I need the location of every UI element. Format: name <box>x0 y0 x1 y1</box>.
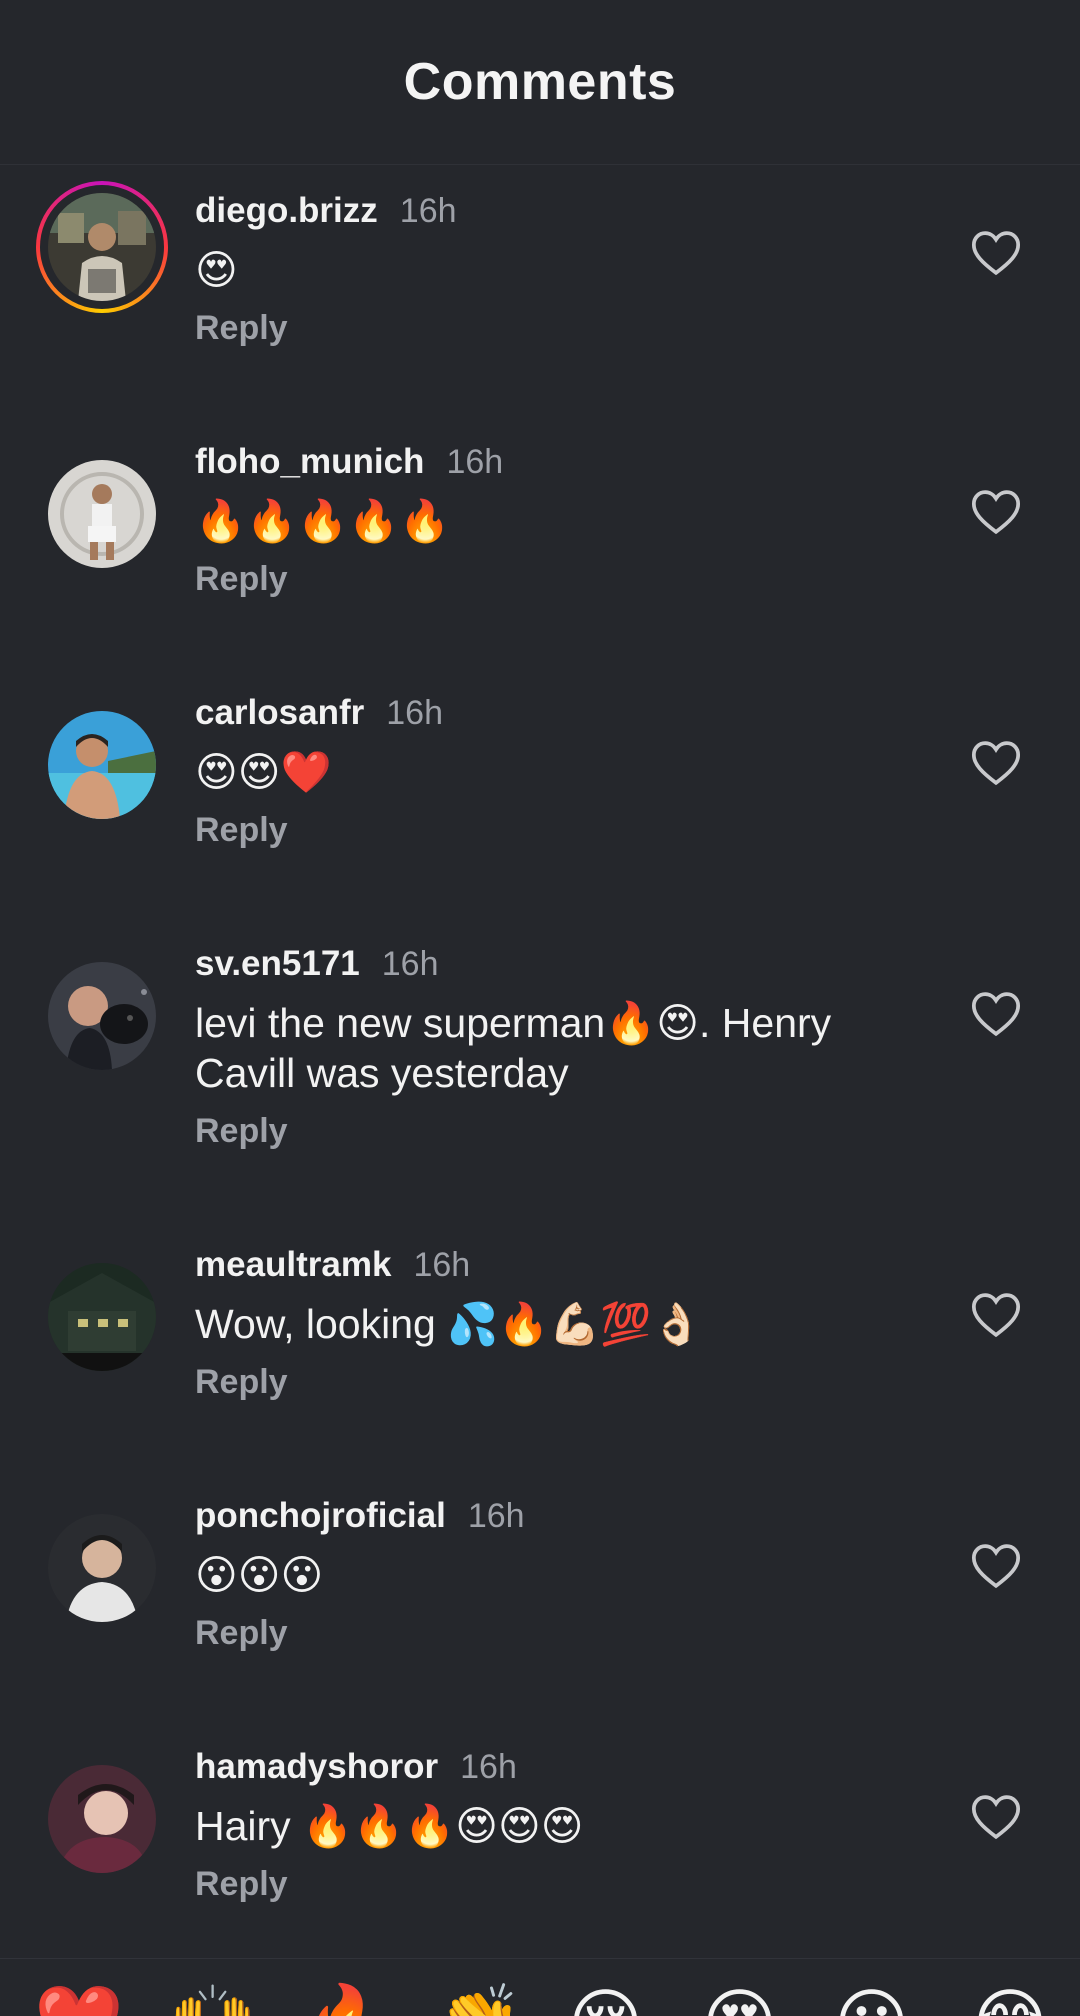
heart-icon[interactable] <box>968 986 1024 1042</box>
comment-text: Hairy 🔥🔥🔥😍😍😍 <box>195 1803 584 1849</box>
quick-reaction-bar: ❤️ 🙌 🔥 👏 😢 😍 😮 😂 <box>0 1958 1080 2016</box>
avatar-image <box>48 1765 156 1873</box>
avatar-image <box>48 1263 156 1371</box>
reply-button[interactable]: Reply <box>195 1112 288 1151</box>
comment-username[interactable]: hamadyshoror <box>195 1747 438 1787</box>
reply-button[interactable]: Reply <box>195 1614 288 1653</box>
heart-icon[interactable] <box>968 484 1024 540</box>
comment-time: 16h <box>413 1245 471 1284</box>
reaction-heart-eyes[interactable]: 😍 <box>702 1987 777 2016</box>
avatar[interactable] <box>36 1753 168 1885</box>
avatar <box>48 193 156 301</box>
comment-time: 16h <box>446 442 504 481</box>
reaction-fire[interactable]: 🔥 <box>302 1987 392 2016</box>
reply-button[interactable]: Reply <box>195 309 288 348</box>
comments-header: Comments <box>0 0 1080 165</box>
heart-icon[interactable] <box>968 1287 1024 1343</box>
comment-body: carlosanfr 16h 😍😍❤️ Reply <box>195 683 885 850</box>
avatar[interactable] <box>36 1251 168 1383</box>
avatar-story-ring[interactable] <box>36 181 168 313</box>
heart-icon[interactable] <box>968 1538 1024 1594</box>
comments-screen: Comments diego.brizz 16h 😍 Reply floho_m… <box>0 0 1080 2016</box>
comment-username[interactable]: ponchojroficial <box>195 1496 446 1536</box>
comment-time: 16h <box>467 1496 525 1535</box>
comment-body: hamadyshoror 16h Hairy 🔥🔥🔥😍😍😍 Reply <box>195 1737 885 1904</box>
avatar[interactable] <box>36 699 168 831</box>
heart-icon[interactable] <box>968 735 1024 791</box>
comment-body: ponchojroficial 16h 😮😮😮 Reply <box>195 1486 885 1653</box>
reaction-raised-hands[interactable]: 🙌 <box>168 1987 258 2016</box>
comment-text: levi the new superman🔥😍. Henry Cavill wa… <box>195 1000 832 1096</box>
page-title: Comments <box>403 53 677 111</box>
comment-username[interactable]: sv.en5171 <box>195 944 360 984</box>
avatar-image <box>48 711 156 819</box>
avatar-image <box>48 460 156 568</box>
comment-text: 🔥🔥🔥🔥🔥 <box>195 498 451 544</box>
reaction-laughing[interactable]: 😂 <box>968 1987 1052 2016</box>
avatar[interactable] <box>36 950 168 1082</box>
comment-username[interactable]: meaultramk <box>195 1245 391 1285</box>
comment-time: 16h <box>386 693 443 732</box>
comment-time: 16h <box>460 1747 517 1786</box>
comment-username[interactable]: floho_munich <box>195 442 424 482</box>
reply-button[interactable]: Reply <box>195 1865 288 1904</box>
reaction-clap[interactable]: 👏 <box>434 1987 524 2016</box>
comment-username[interactable]: carlosanfr <box>195 693 364 733</box>
reaction-crying[interactable]: 😢 <box>568 1987 643 2016</box>
avatar[interactable] <box>36 448 168 580</box>
comment-username[interactable]: diego.brizz <box>195 191 378 231</box>
comment-text: 😍 <box>195 247 238 293</box>
avatar-image <box>48 1514 156 1622</box>
comment-body: sv.en5171 16h levi the new superman🔥😍. H… <box>195 934 885 1151</box>
comment-time: 16h <box>381 944 439 983</box>
reply-button[interactable]: Reply <box>195 560 288 599</box>
comment-body: meaultramk 16h Wow, looking 💦🔥💪🏻💯👌🏻 Repl… <box>195 1235 885 1402</box>
reply-button[interactable]: Reply <box>195 1363 288 1402</box>
avatar[interactable] <box>36 1502 168 1634</box>
comment-time: 16h <box>399 191 457 230</box>
heart-icon[interactable] <box>968 225 1024 281</box>
heart-icon[interactable] <box>968 1789 1024 1845</box>
comment-text: 😮😮😮 <box>195 1552 324 1598</box>
reaction-heart[interactable]: ❤️ <box>34 1987 124 2016</box>
reaction-surprised[interactable]: 😮 <box>834 1987 909 2016</box>
reply-button[interactable]: Reply <box>195 811 288 850</box>
comment-body: diego.brizz 16h 😍 Reply <box>195 181 885 348</box>
comment-body: floho_munich 16h 🔥🔥🔥🔥🔥 Reply <box>195 432 885 599</box>
comment-text: 😍😍❤️ <box>195 749 332 795</box>
avatar-image <box>48 962 156 1070</box>
comment-text: Wow, looking 💦🔥💪🏻💯👌🏻 <box>195 1301 703 1347</box>
